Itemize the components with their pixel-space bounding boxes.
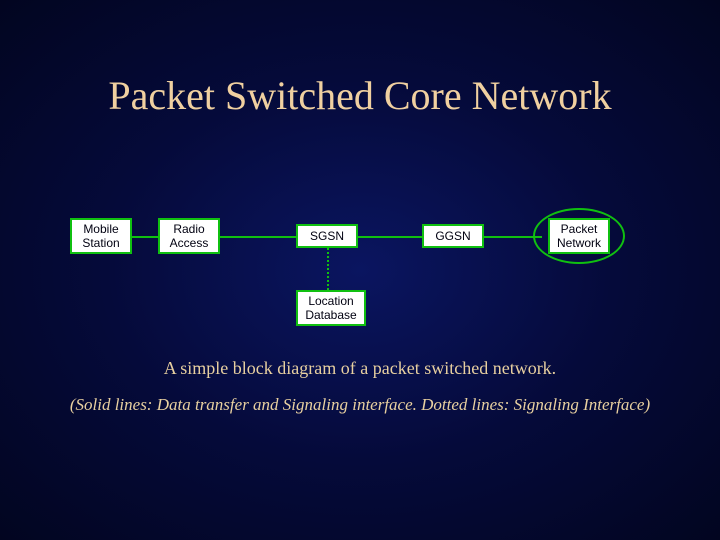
node-sgsn: SGSN <box>296 224 358 248</box>
caption-line1: A simple block diagram of a packet switc… <box>0 358 720 379</box>
node-ggsn: GGSN <box>422 224 484 248</box>
link-radio-sgsn <box>220 236 296 238</box>
link-sgsn-ggsn <box>358 236 422 238</box>
node-radio-access: RadioAccess <box>158 218 220 254</box>
caption-line2: (Solid lines: Data transfer and Signalin… <box>0 395 720 415</box>
node-packet-network: PacketNetwork <box>548 218 610 254</box>
node-mobile-station: MobileStation <box>70 218 132 254</box>
link-mobile-radio <box>132 236 158 238</box>
node-location-database: LocationDatabase <box>296 290 366 326</box>
diagram: MobileStation RadioAccess SGSN GGSN Pack… <box>70 200 650 350</box>
page-title: Packet Switched Core Network <box>0 0 720 119</box>
caption: A simple block diagram of a packet switc… <box>0 358 720 415</box>
link-sgsn-location-dotted <box>327 248 329 290</box>
